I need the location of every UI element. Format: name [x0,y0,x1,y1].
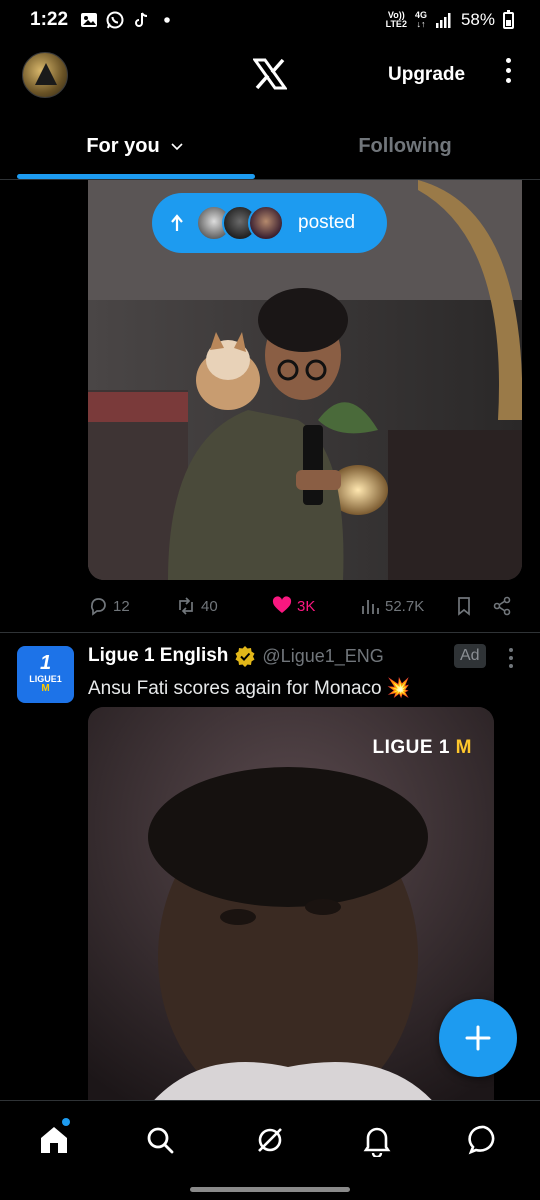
bookmark-button[interactable] [454,596,474,616]
grok-icon [258,1128,282,1152]
nav-home[interactable] [37,1123,71,1157]
profile-avatar[interactable] [22,52,68,98]
ad-post-text: Ansu Fati scores again for Monaco 💥 [88,676,411,700]
chevron-down-icon [171,143,183,151]
share-button[interactable] [492,596,512,616]
pill-avatars [196,205,284,241]
nav-search[interactable] [143,1123,177,1157]
bell-icon [363,1127,391,1159]
tab-for-you-label: For you [86,134,160,157]
ad-author-handle: @Ligue1_ENG [262,645,384,666]
tab-following-label: Following [358,134,452,157]
ligue-word: LIGUE [372,737,434,758]
post-actions: 12 40 3K 52.7K [88,590,528,624]
like-button[interactable]: 3K [272,596,315,616]
reply-count: 12 [113,597,130,615]
collision-emoji: 💥 [386,678,411,699]
nav-grok[interactable] [253,1123,287,1157]
repost-icon [179,597,193,615]
views-count: 52.7K [385,597,425,615]
status-time: 1:22 [30,9,69,30]
dot-icon [158,11,176,29]
heart-filled-icon [272,596,292,613]
chat-bubble-icon [468,1125,495,1155]
ligue1-avatar-mc: M [41,683,50,694]
bookmark-icon [458,597,470,616]
battery-percent: 58% [460,10,495,29]
posted-label: posted [298,212,356,233]
avatar [248,205,284,241]
ad-post-body: Ansu Fati scores again for Monaco [88,678,382,699]
signal-icon [435,11,453,29]
ligue1-avatar-mark: 1 [39,652,52,674]
views-icon [362,600,379,614]
reply-icon [90,598,106,616]
like-count: 3K [297,597,316,615]
reply-button[interactable]: 12 [88,596,130,616]
search-icon [147,1127,174,1154]
repost-count: 40 [201,597,218,615]
gesture-home-indicator[interactable] [190,1187,350,1192]
feed-tabs: For you Following [0,112,540,180]
video-frame [88,707,494,1107]
ad-author-name: Ligue 1 English [88,645,229,666]
top-app-bar: Upgrade [0,40,540,112]
network-gen: 4G [414,10,427,20]
upgrade-button[interactable]: Upgrade [388,64,465,86]
tab-following[interactable]: Following [270,112,540,180]
volte-bottom: LTE2 [385,19,407,29]
status-left: 1:22 [30,9,176,31]
posted-pill[interactable]: posted [152,193,387,253]
ad-video[interactable]: LIGUE 1 M [88,707,494,1107]
network-gen-label: 4G ↓↑ [414,10,427,29]
post-more-icon[interactable] [508,648,514,668]
status-bar: 1:22 Vo)) LTE2 4G ↓↑ 58% [0,0,540,40]
ad-badge: Ad [454,644,486,668]
ligue1-watermark: LIGUE 1 M [372,737,472,759]
verified-gold-icon [235,646,255,667]
mcdonalds-mark: M [455,737,472,758]
tab-for-you[interactable]: For you [0,112,270,180]
x-logo-icon [252,58,288,90]
bottom-navigation [0,1100,540,1178]
active-tab-indicator [17,174,255,179]
volte-label: Vo)) LTE2 [386,11,407,29]
more-options-icon[interactable] [500,58,516,88]
status-right: Vo)) LTE2 4G ↓↑ 58% [386,9,514,30]
ligue1-avatar[interactable]: 1 LIGUE1 M [17,646,74,703]
tiktok-icon [132,11,150,29]
views-button[interactable]: 52.7K [360,596,424,616]
home-icon [41,1127,67,1153]
repost-button[interactable]: 40 [176,596,218,616]
battery-icon [503,9,514,29]
home-notification-dot [62,1118,70,1126]
ad-author[interactable]: Ligue 1 English @Ligue1_ENG [88,645,384,667]
post-divider [0,632,540,633]
compose-post-button[interactable] [439,999,517,1077]
whatsapp-icon [106,11,124,29]
arrow-up-icon [171,214,183,231]
share-icon [493,596,511,616]
nav-notifications[interactable] [360,1123,394,1159]
nav-messages[interactable] [467,1123,501,1157]
gallery-icon [80,11,98,29]
plus-icon [465,1025,491,1051]
ligue-number: 1 [438,737,450,758]
